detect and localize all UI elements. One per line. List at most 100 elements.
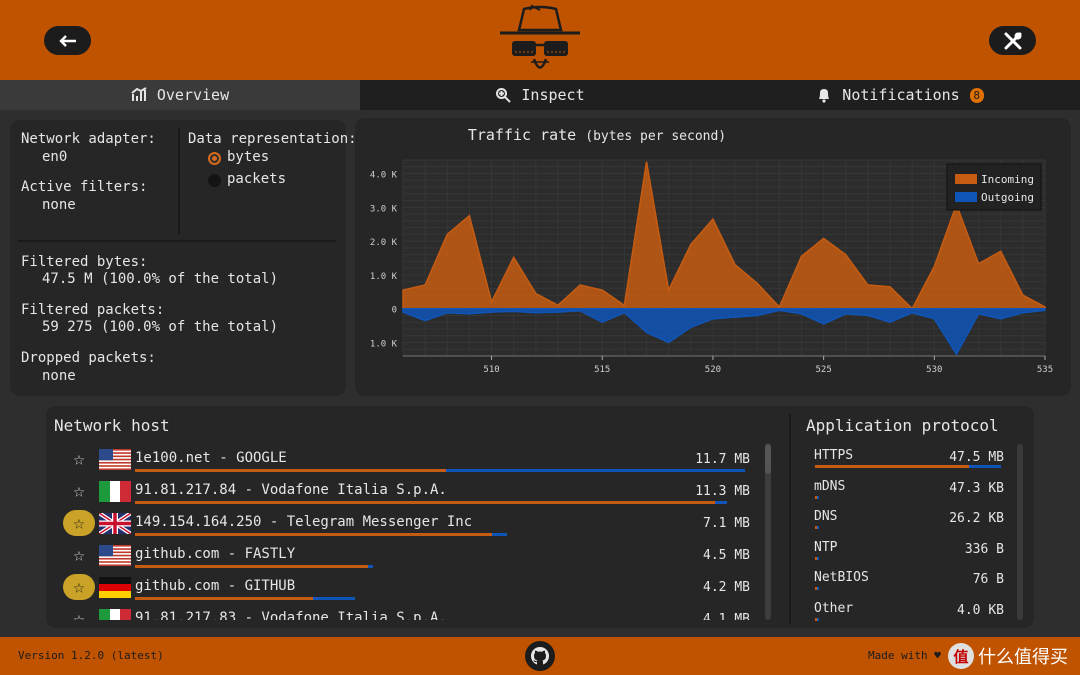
outgoing-bar: [816, 617, 819, 621]
protocol-row[interactable]: NTP 336 B: [814, 538, 1006, 568]
protocol-row[interactable]: DNS 26.2 KB: [814, 507, 1006, 537]
x-tick-label: 525: [815, 365, 831, 375]
y-tick-label: 2.0 K: [370, 238, 398, 248]
country-flag-de: [99, 577, 131, 598]
favorite-star-icon[interactable]: ☆: [63, 510, 95, 536]
notifications-count-badge: 8: [969, 87, 984, 103]
protocol-traffic-bar: [815, 495, 819, 499]
protocol-row[interactable]: NetBIOS 76 B: [814, 568, 1006, 598]
host-traffic-size: 11.7 MB: [695, 452, 750, 467]
protocol-traffic-bar: [815, 526, 819, 529]
protocol-name: NetBIOS: [814, 570, 869, 585]
tab-notifications-label: Notifications: [842, 86, 960, 104]
filtered-packets-label: Filtered packets:: [21, 302, 165, 318]
outgoing-bar: [492, 533, 508, 536]
radio-bytes[interactable]: [208, 152, 221, 165]
y-tick-label: 3.0 K: [370, 204, 398, 214]
back-button[interactable]: [44, 26, 91, 55]
host-row[interactable]: ☆ 91.81.217.83 - Vodafone Italia S.p.A. 4.…: [54, 604, 758, 620]
chart-subtitle: (bytes per second): [585, 129, 727, 144]
legend-swatch: [955, 174, 977, 184]
host-traffic-size: 4.1 MB: [703, 612, 750, 620]
filtered-packets-value: 59 275 (100.0% of the total): [42, 319, 279, 335]
magnifier-icon: [495, 87, 512, 103]
wrench-icon: [1004, 32, 1021, 49]
chart-title: Traffic rate (bytes per second): [355, 126, 839, 144]
country-flag-us: [99, 449, 131, 470]
y-tick-label: 1.0 K: [370, 272, 398, 282]
tab-bar: Overview Inspect Notifications 8: [0, 80, 1080, 110]
protocol-row[interactable]: Other 4.0 KB: [814, 599, 1006, 623]
favorite-star-icon[interactable]: ☆: [64, 542, 94, 568]
incoming-bar: [135, 533, 493, 536]
host-name: 91.81.217.84 - Vodafone Italia S.p.A.: [135, 482, 447, 498]
settings-button[interactable]: [989, 26, 1036, 55]
x-tick-label: 535: [1037, 365, 1053, 375]
incoming-bar: [135, 565, 369, 568]
heart-icon: ♥: [934, 649, 941, 662]
filters-label: Active filters:: [21, 179, 148, 195]
incoming-bar: [815, 465, 970, 468]
application-protocol-title: Application protocol: [806, 416, 999, 435]
outgoing-bar: [816, 526, 819, 529]
version-text: Version 1.2.0 (latest): [18, 649, 164, 662]
outgoing-bar: [312, 597, 355, 600]
host-traffic-size: 7.1 MB: [703, 516, 750, 531]
host-traffic-bar: [135, 533, 508, 536]
tab-inspect[interactable]: Inspect: [360, 80, 720, 110]
host-name: github.com - GITHUB: [135, 578, 296, 594]
host-row[interactable]: ☆ github.com - FASTLY 4.5 MB: [54, 540, 758, 572]
host-traffic-bar: [135, 565, 373, 568]
outgoing-bar: [714, 501, 727, 504]
tab-overview-label: Overview: [156, 86, 230, 104]
watermark: 值 什么值得买: [948, 643, 1068, 669]
radio-packets-label[interactable]: packets: [227, 171, 286, 187]
outgoing-bar: [368, 565, 373, 568]
protocol-traffic-size: 47.3 KB: [949, 480, 1004, 496]
protocol-traffic-size: 76 B: [972, 572, 1004, 587]
adapter-value: en0: [42, 149, 68, 165]
filtered-bytes-value: 47.5 M (100.0% of the total): [42, 271, 279, 287]
host-row[interactable]: ☆ 1e100.net - GOOGLE 11.7 MB: [54, 444, 758, 476]
outgoing-bar: [446, 469, 745, 472]
favorite-star-icon[interactable]: ☆: [64, 446, 94, 472]
application-protocol-list: HTTPS 47.5 MB mDNS 47.3 KB DNS 26.2 KB NTP 336 …: [814, 446, 1006, 622]
incoming-bar: [135, 597, 313, 600]
host-list-scrollbar[interactable]: [765, 444, 771, 620]
host-row[interactable]: ☆ 149.154.164.250 - Telegram Messenger In…: [54, 508, 758, 540]
x-tick-label: 510: [483, 365, 499, 375]
protocol-name: mDNS: [814, 478, 846, 494]
y-tick-label: 1.0 K: [370, 339, 398, 349]
host-name: 1e100.net - GOOGLE: [135, 450, 287, 466]
protocol-traffic-bar: [815, 617, 819, 621]
protocol-list-scrollbar[interactable]: [1017, 444, 1023, 620]
github-icon: [530, 646, 550, 665]
host-traffic-size: 4.2 MB: [703, 580, 750, 595]
host-name: 91.81.217.83 - Vodafone Italia S.p.A.: [135, 610, 447, 620]
github-button[interactable]: [525, 641, 555, 671]
favorite-star-icon[interactable]: ☆: [63, 574, 95, 600]
chart-title-text: Traffic rate: [467, 126, 577, 144]
radio-bytes-label[interactable]: bytes: [227, 149, 269, 165]
radio-packets[interactable]: [208, 174, 221, 187]
country-flag-us: [99, 545, 131, 566]
incoming-bar: [135, 501, 715, 504]
dropped-packets-value: none: [42, 368, 76, 384]
protocol-row[interactable]: HTTPS 47.5 MB: [814, 446, 1006, 476]
app-footer: Version 1.2.0 (latest) Made with ♥ 值 什么值…: [0, 637, 1080, 675]
watermark-text: 什么值得买: [978, 647, 1068, 668]
protocol-row[interactable]: mDNS 47.3 KB: [814, 477, 1006, 507]
favorite-star-icon[interactable]: ☆: [64, 606, 94, 620]
x-tick-label: 530: [926, 365, 942, 375]
hat-glasses-logo: [500, 4, 580, 69]
favorite-star-icon[interactable]: ☆: [64, 478, 94, 504]
host-traffic-size: 11.3 MB: [695, 484, 750, 499]
host-row[interactable]: ☆ github.com - GITHUB 4.2 MB: [54, 572, 758, 604]
protocol-traffic-bar: [815, 556, 819, 560]
outgoing-bar: [816, 495, 819, 499]
protocol-name: Other: [814, 600, 854, 616]
host-name: 149.154.164.250 - Telegram Messenger Inc: [135, 514, 473, 530]
tab-overview[interactable]: Overview: [0, 80, 360, 110]
tab-notifications[interactable]: Notifications 8: [720, 80, 1080, 110]
host-row[interactable]: ☆ 91.81.217.84 - Vodafone Italia S.p.A. 11…: [54, 476, 758, 508]
